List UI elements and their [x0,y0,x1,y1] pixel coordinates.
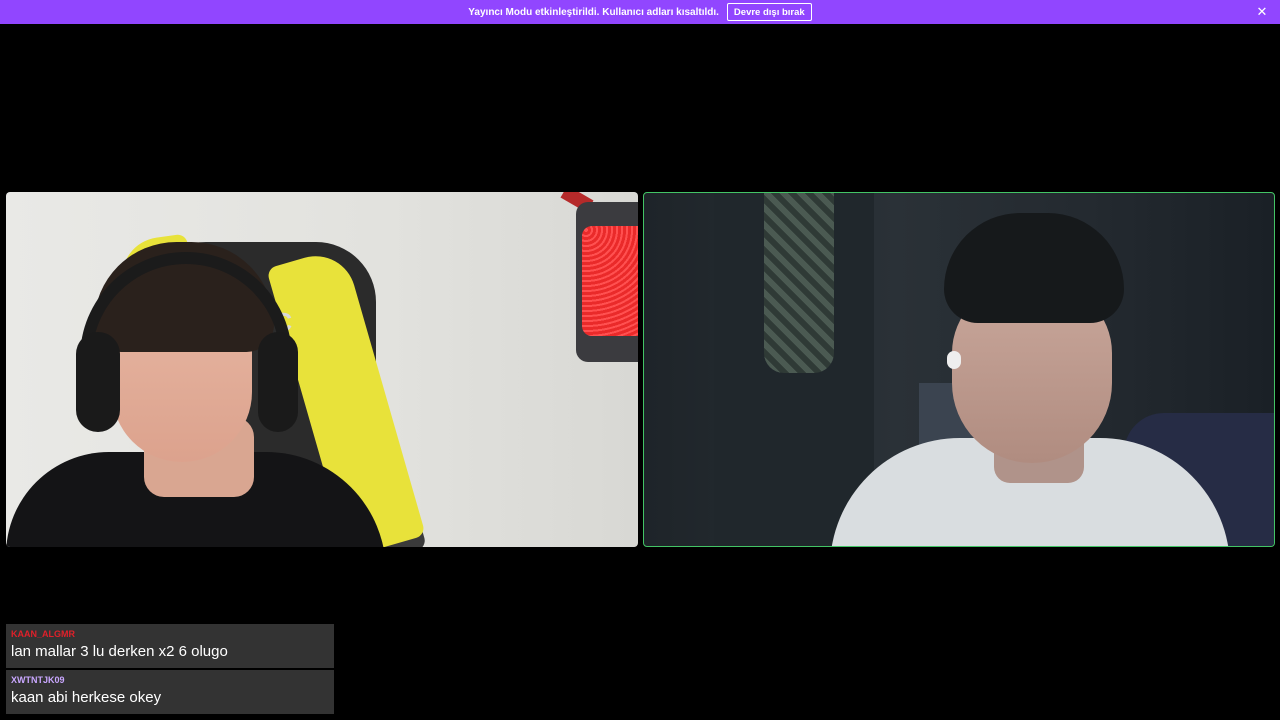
participant-video-right[interactable] [643,192,1275,547]
microphone-grill [582,226,638,336]
chat-message: KAAN_ALGMR lan mallar 3 lu derken x2 6 o… [6,624,334,668]
streamer-mode-banner: Yayıncı Modu etkinleştirildi. Kullanıcı … [0,0,1280,24]
chat-text: lan mallar 3 lu derken x2 6 olugo [11,643,228,660]
chat-text: kaan abi herkese okey [11,689,162,706]
banner-message: Yayıncı Modu etkinleştirildi. Kullanıcı … [468,6,719,18]
close-icon[interactable]: ✕ [1254,4,1270,20]
earbud [947,351,961,369]
chat-username[interactable]: KAAN_ALGMR [11,629,329,640]
disable-streamer-mode-button[interactable]: Devre dışı bırak [726,3,812,21]
headphone-cup-left [76,332,120,432]
background-towel [764,193,834,373]
chat-username[interactable]: XWTNTJK09 [11,675,329,686]
headphone-cup-right [258,332,298,432]
person-right-hair [944,213,1124,323]
participant-video-left[interactable]: XC [6,192,638,547]
chat-message: XWTNTJK09 kaan abi herkese okey [6,670,334,714]
